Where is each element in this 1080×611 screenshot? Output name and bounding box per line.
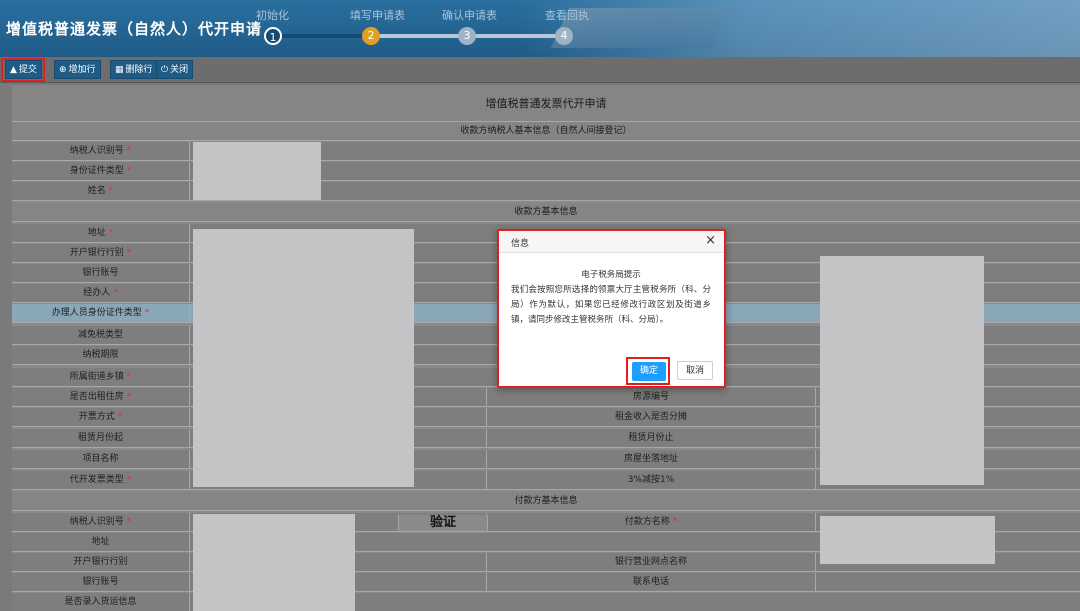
field-label: 开票方式 *	[12, 408, 190, 427]
field-label: 减免税类型	[12, 326, 190, 345]
cancel-button[interactable]: 取消	[677, 361, 713, 380]
step-label-1: 初始化	[256, 9, 289, 22]
add-row-button[interactable]: ⊕ 增加行	[54, 60, 101, 79]
toolbar: ▲ 提交 ⊕ 增加行 ▦ 删除行 ⏻ 关闭	[0, 57, 1080, 83]
field-label: 地址	[12, 533, 190, 552]
step-label-2: 填写申请表	[350, 9, 405, 22]
step-label-3: 确认申请表	[442, 9, 497, 22]
field-label: 所属街道乡镇 *	[12, 368, 190, 387]
screen: 增值税普通发票（自然人）代开申请 初始化 填写申请表 确认申请表 查看回执 1 …	[0, 0, 1080, 611]
ok-button[interactable]: 确定	[632, 362, 666, 381]
redacted-taxpayer-values	[193, 142, 321, 200]
power-icon: ⏻	[161, 65, 169, 75]
field-label-2: 房源编号	[486, 388, 816, 407]
dialog-title: 信息	[511, 239, 530, 249]
step-dot-1: 1	[264, 27, 282, 45]
field-label: 经办人 *	[12, 284, 190, 303]
form-title: 增值税普通发票代开申请	[12, 85, 1080, 122]
field-row: 银行账号 联系电话	[12, 573, 1080, 592]
field-label: 项目名称	[12, 450, 190, 469]
close-label: 关闭	[170, 65, 189, 75]
add-row-label: 增加行	[68, 65, 96, 75]
field-row: 是否录入货运信息	[12, 593, 1080, 611]
dialog-body: 电子税务局提示 我们会按照您所选择的领票大厅主管税务所（科、分局）作为默认，如果…	[511, 268, 711, 328]
field-label: 纳税人识别号 *	[12, 142, 190, 161]
close-button[interactable]: ⏻ 关闭	[156, 60, 194, 79]
redacted-right-values	[820, 256, 984, 485]
redacted-payer-name	[820, 516, 995, 564]
field-label-2: 房屋坐落地址	[486, 450, 816, 469]
trash-icon: ▦	[115, 65, 124, 75]
field-label: 是否录入货运信息	[12, 593, 190, 611]
verify-button[interactable]: 验证	[398, 515, 488, 531]
dialog-message: 我们会按照您所选择的领票大厅主管税务所（科、分局）作为默认，如果您已经修改行政区…	[511, 285, 711, 325]
field-label: 姓名 *	[12, 182, 190, 201]
field-label: 银行账号	[12, 264, 190, 283]
field-label-2: 租金收入是否分摊	[486, 408, 816, 427]
submit-highlight-box	[1, 58, 45, 82]
plus-circle-icon: ⊕	[59, 65, 67, 75]
field-label: 开户银行行别 *	[12, 244, 190, 263]
step-dot-4: 4	[555, 27, 573, 45]
field-row: 身份证件类型 *	[12, 162, 1080, 181]
delete-row-button[interactable]: ▦ 删除行	[110, 60, 158, 79]
field-label-2: 联系电话	[486, 573, 816, 592]
field-label: 代开发票类型 *	[12, 471, 190, 490]
field-row: 姓名 *	[12, 182, 1080, 201]
field-label: 银行账号	[12, 573, 190, 592]
step-progress: 初始化 填写申请表 确认申请表 查看回执 1 2 3 4	[256, 0, 589, 57]
section-payee: 收款方基本信息	[12, 203, 1080, 222]
step-dot-2: 2	[362, 27, 380, 45]
redacted-payer-values	[193, 514, 355, 611]
dialog-header: 信息 ×	[499, 231, 724, 253]
field-label-2: 银行营业网点名称	[486, 553, 816, 572]
field-label: 纳税期限	[12, 346, 190, 365]
field-label: 租赁月份起	[12, 429, 190, 448]
field-label: 办理人员身份证件类型 *	[12, 304, 190, 323]
field-label: 是否出租住房 *	[12, 388, 190, 407]
section-payee-taxpayer: 收款方纳税人基本信息（自然人间接登记）	[12, 122, 1080, 141]
step-dot-3: 3	[458, 27, 476, 45]
close-icon[interactable]: ×	[705, 234, 716, 248]
field-label-2: 3%减按1%	[486, 471, 816, 490]
app-header: 增值税普通发票（自然人）代开申请 初始化 填写申请表 确认申请表 查看回执 1 …	[0, 0, 1080, 57]
field-label: 地址 *	[12, 224, 190, 243]
field-label: 开户银行行别	[12, 553, 190, 572]
step-label-4: 查看回执	[545, 9, 589, 22]
app-title: 增值税普通发票（自然人）代开申请	[6, 20, 263, 38]
field-row: 纳税人识别号 *	[12, 142, 1080, 161]
field-label-2: 租赁月份止	[486, 429, 816, 448]
section-payer: 付款方基本信息	[12, 492, 1080, 511]
field-label: 纳税人识别号 *	[12, 513, 190, 532]
field-label: 身份证件类型 *	[12, 162, 190, 181]
redacted-payee-values	[193, 229, 414, 487]
dialog-heading: 电子税务局提示	[581, 270, 641, 280]
payer-name-label: 付款方名称 *	[486, 513, 816, 532]
delete-row-label: 删除行	[125, 65, 153, 75]
step-track-done	[274, 34, 374, 38]
